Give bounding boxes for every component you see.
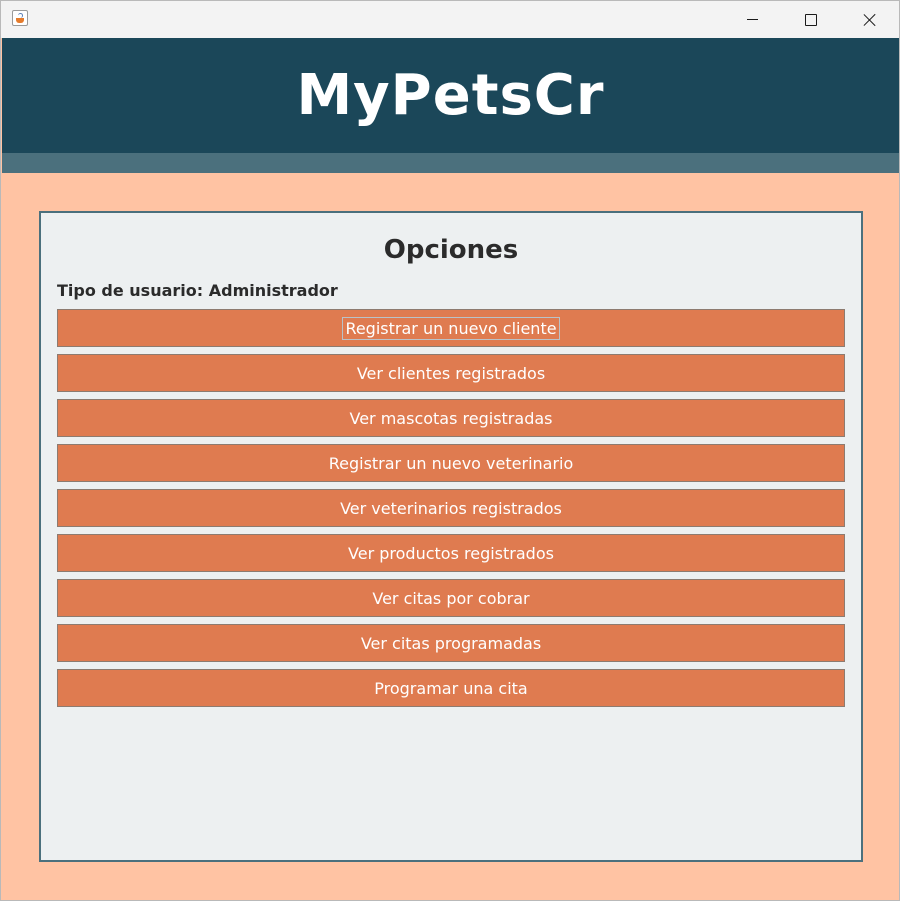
view-scheduled-appointments-button[interactable]: Ver citas programadas: [57, 624, 845, 662]
maximize-button[interactable]: [788, 1, 834, 38]
view-pets-button[interactable]: Ver mascotas registradas: [57, 399, 845, 437]
title-bar[interactable]: [1, 1, 899, 38]
app-title: MyPetsCr: [296, 63, 605, 128]
view-vets-button[interactable]: Ver veterinarios registrados: [57, 489, 845, 527]
register-client-button[interactable]: Registrar un nuevo cliente: [57, 309, 845, 347]
button-label: Ver mascotas registradas: [349, 408, 553, 428]
schedule-appointment-button[interactable]: Programar una cita: [57, 669, 845, 707]
panel-title: Opciones: [383, 235, 519, 265]
button-label: Ver veterinarios registrados: [340, 498, 562, 518]
register-vet-button[interactable]: Registrar un nuevo veterinario: [57, 444, 845, 482]
app-header: MyPetsCr: [2, 38, 899, 153]
options-panel: Opciones Tipo de usuario: Administrador …: [39, 211, 863, 862]
maximize-icon: [805, 13, 817, 26]
java-cup-icon: [12, 10, 28, 26]
button-label: Registrar un nuevo cliente: [342, 316, 560, 340]
button-label: Ver clientes registrados: [356, 363, 546, 383]
close-button[interactable]: [847, 1, 893, 38]
minimize-button[interactable]: [729, 1, 775, 38]
view-pending-appointments-button[interactable]: Ver citas por cobrar: [57, 579, 845, 617]
options-menu: Registrar un nuevo cliente Ver clientes …: [57, 309, 845, 714]
button-label: Registrar un nuevo veterinario: [328, 453, 574, 473]
button-label: Programar una cita: [374, 678, 528, 698]
view-products-button[interactable]: Ver productos registrados: [57, 534, 845, 572]
button-label: Ver productos registrados: [348, 543, 554, 563]
header-divider: [2, 153, 899, 173]
user-type-label: Tipo de usuario: Administrador: [57, 281, 338, 300]
view-clients-button[interactable]: Ver clientes registrados: [57, 354, 845, 392]
app-window: MyPetsCr Opciones Tipo de usuario: Admin…: [0, 0, 900, 901]
minimize-icon: [746, 19, 758, 20]
button-label: Ver citas programadas: [360, 633, 542, 653]
button-label: Ver citas por cobrar: [372, 588, 530, 608]
close-icon: [863, 13, 877, 27]
